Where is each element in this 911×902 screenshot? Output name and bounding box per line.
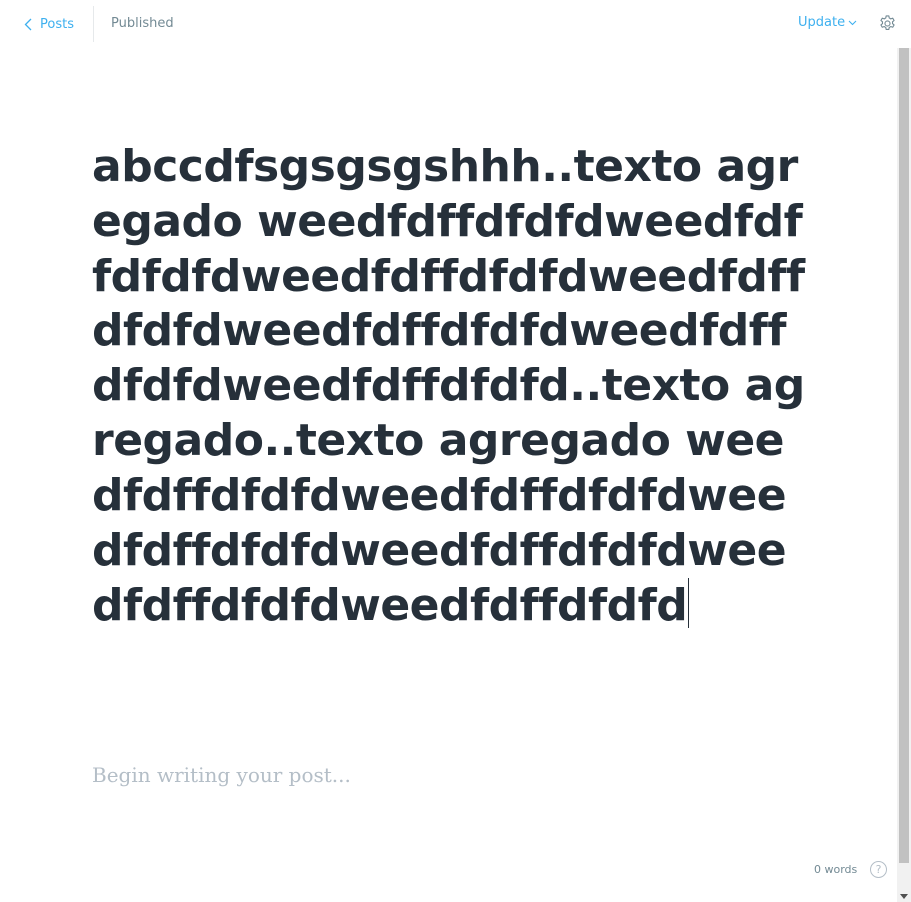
word-count: 0 words [814, 863, 858, 876]
post-title-text: abccdfsgsgsgshhh..texto agregado weedfdf… [92, 141, 805, 632]
chevron-left-icon [24, 18, 32, 30]
back-link-label: Posts [40, 16, 74, 32]
vertical-scrollbar[interactable] [897, 48, 911, 902]
help-icon[interactable]: ? [870, 861, 887, 878]
post-status: Published [111, 16, 174, 31]
update-button-label: Update [798, 15, 846, 30]
header-divider [93, 6, 94, 42]
post-title-editor[interactable]: abccdfsgsgsgshhh..texto agregado weedfdf… [92, 140, 812, 634]
update-button[interactable]: Update [798, 15, 857, 30]
gear-icon[interactable] [878, 14, 897, 33]
post-body-editor[interactable]: Begin writing your post... [92, 763, 351, 787]
editor-header: Posts Published Update [0, 0, 911, 48]
back-to-posts-link[interactable]: Posts [24, 14, 74, 34]
scroll-down-arrow[interactable] [900, 894, 908, 899]
text-caret [688, 578, 690, 629]
chevron-down-icon [848, 20, 857, 25]
scrollbar-thumb[interactable] [899, 48, 909, 863]
